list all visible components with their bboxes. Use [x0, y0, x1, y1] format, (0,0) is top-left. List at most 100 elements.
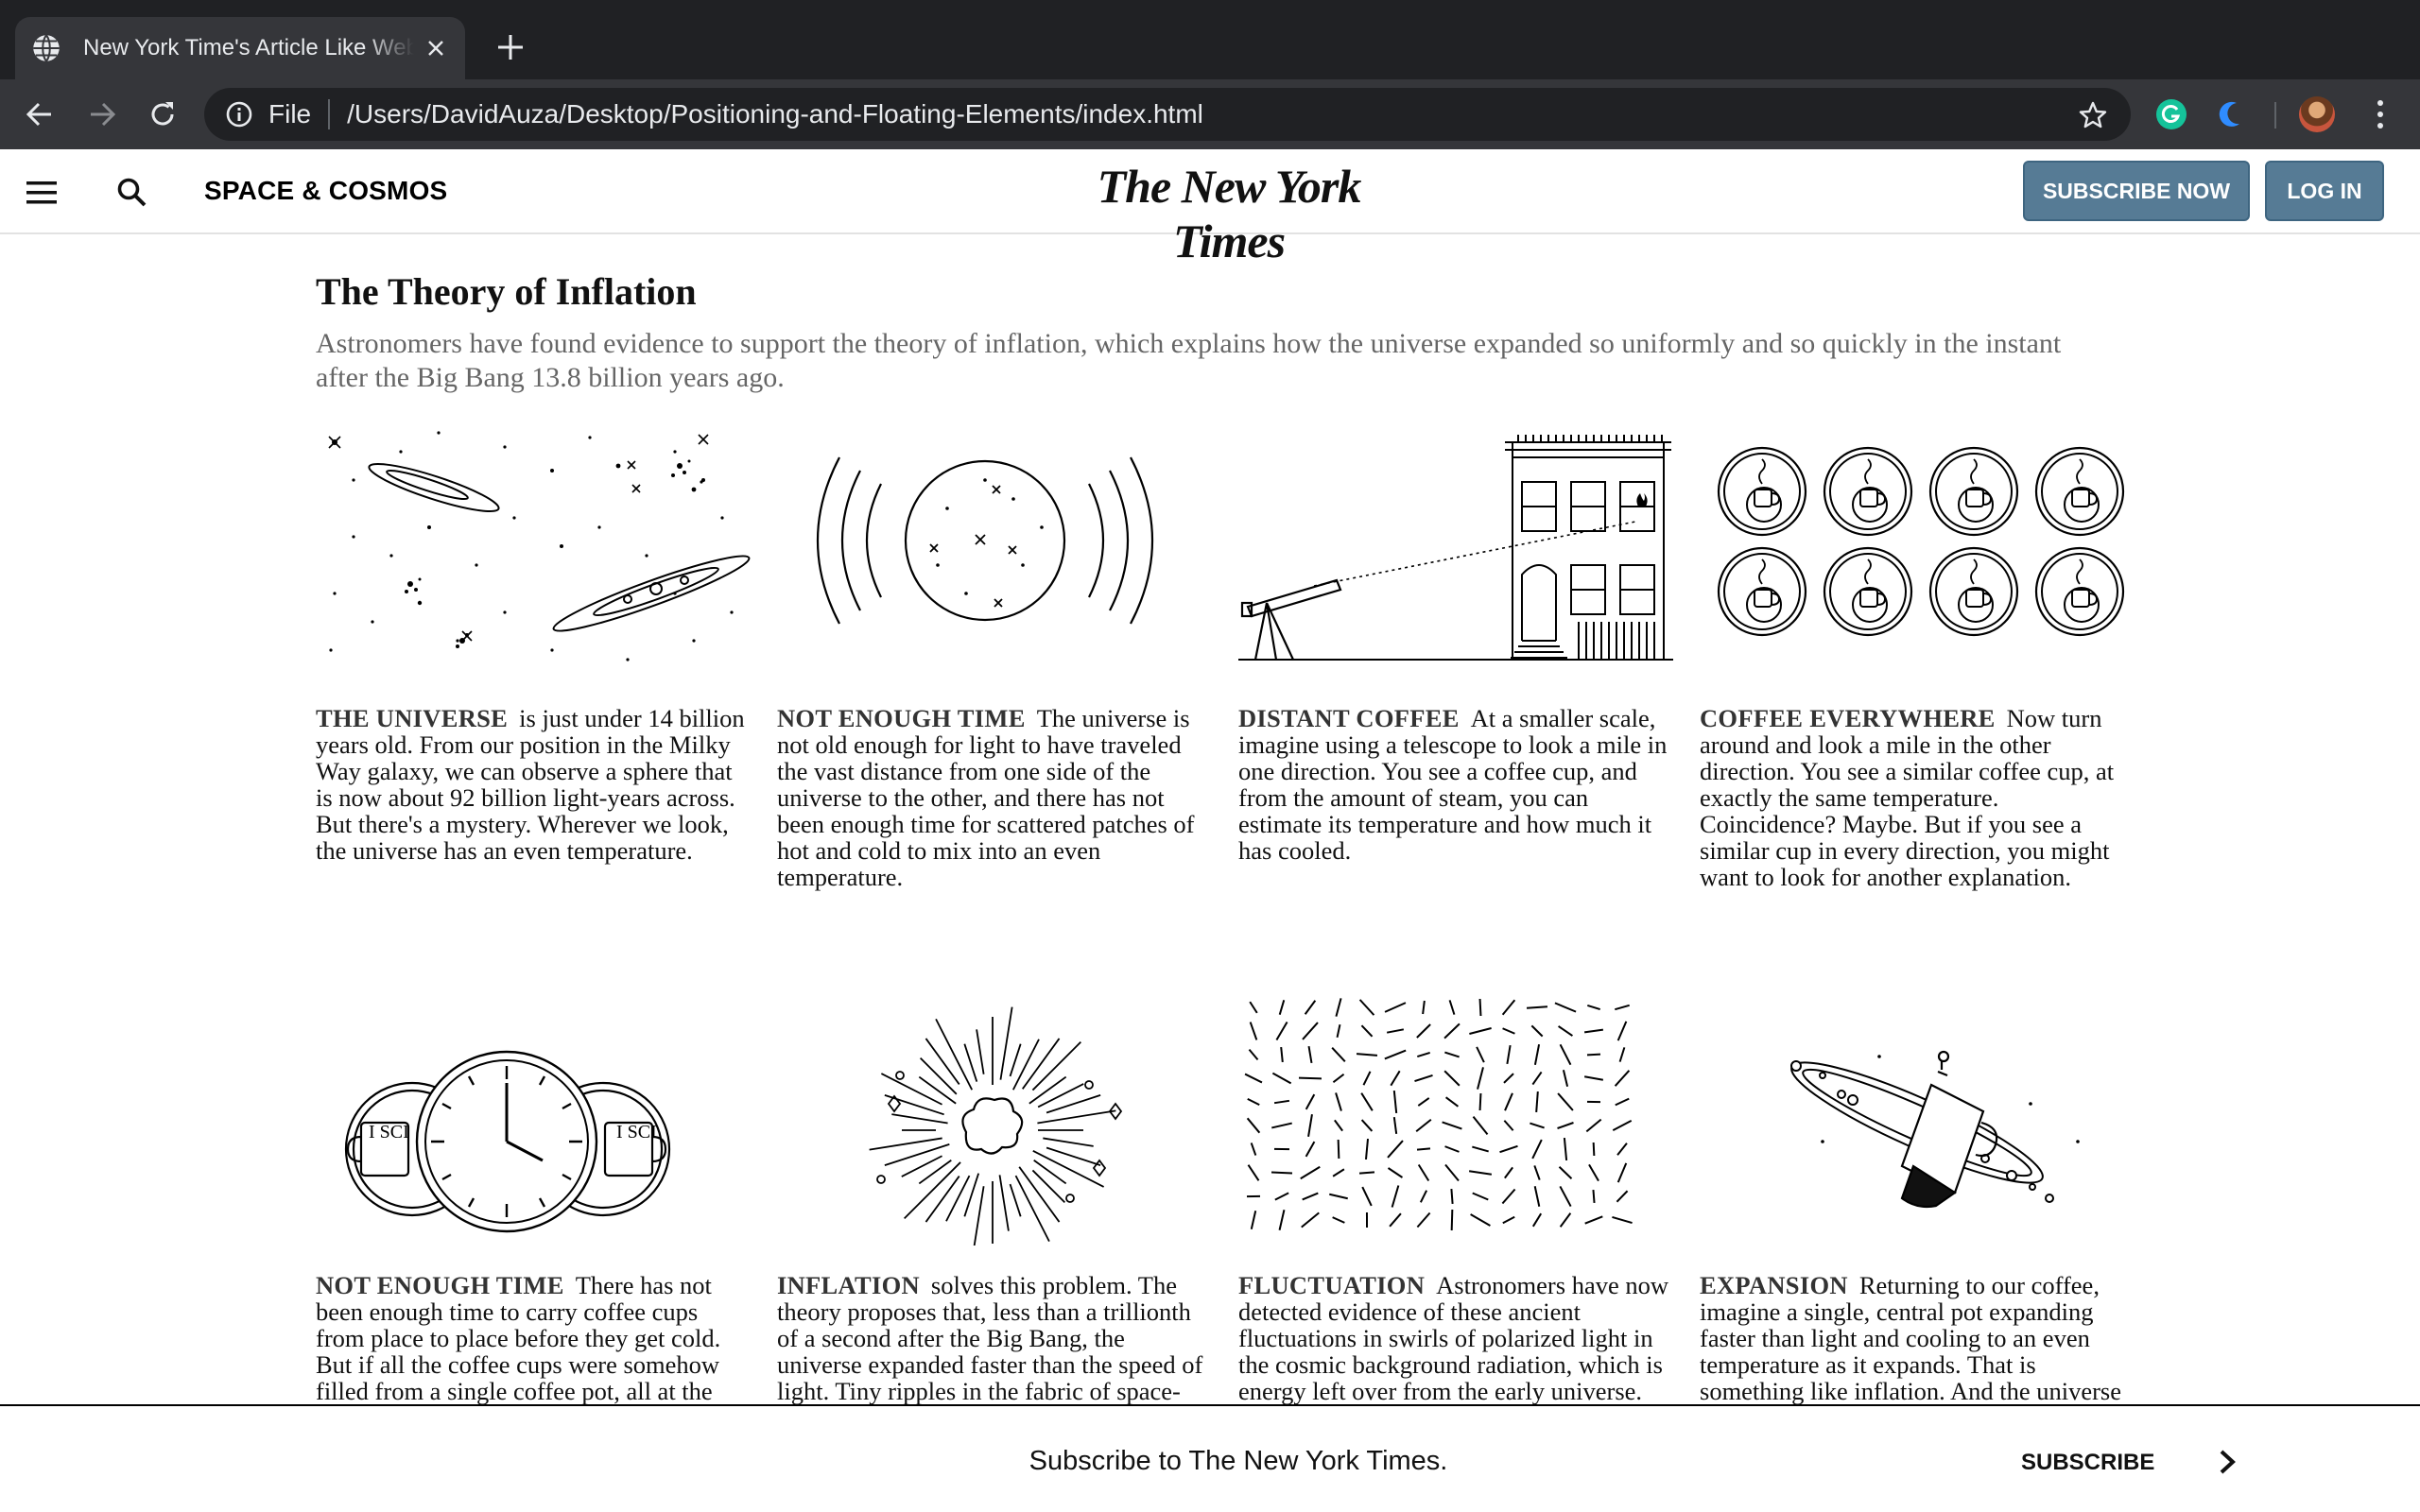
field-dash [1615, 1097, 1630, 1107]
card-body: The universe is not old enough for light… [777, 704, 1195, 891]
field-dash [1278, 1210, 1286, 1230]
forward-arrow-icon[interactable] [87, 99, 117, 129]
field-dash [1559, 1185, 1572, 1208]
subscribe-link[interactable]: SUBSCRIBE [2021, 1450, 2154, 1476]
grammarly-extension-icon[interactable] [2155, 98, 2187, 130]
field-dash [1472, 1192, 1489, 1201]
field-dash [1271, 1072, 1292, 1085]
field-dash [1417, 1097, 1430, 1107]
field-dash [1387, 1167, 1404, 1178]
subscribe-banner: Subscribe to The New York Times. SUBSCRI… [0, 1404, 2420, 1512]
article-headline: The Theory of Inflation [316, 270, 697, 313]
card-row-2: I SCI I SCI NOT ENOUGH TIME There has not… [316, 990, 2169, 1457]
field-dash [1501, 999, 1516, 1016]
field-dash [1502, 1027, 1515, 1035]
field-dash [1362, 1071, 1372, 1086]
field-dash [1592, 1142, 1596, 1157]
field-dash [1476, 1046, 1485, 1063]
sphere-illustration [816, 456, 1154, 625]
field-dash [1612, 1215, 1633, 1225]
field-dash [1337, 1139, 1340, 1160]
browser-menu-icon[interactable] [2371, 97, 2390, 131]
field-dash [1414, 1074, 1433, 1083]
bookmark-star-icon[interactable] [2078, 100, 2108, 130]
hamburger-menu-icon[interactable] [26, 180, 57, 205]
url-text[interactable]: /Users/DavidAuza/Desktop/Positioning-and… [347, 99, 1203, 129]
back-arrow-icon[interactable] [25, 99, 55, 129]
field-dash [1271, 1122, 1292, 1129]
field-dash [1444, 1145, 1460, 1153]
field-dash [1305, 1141, 1316, 1158]
field-dash [1332, 1216, 1345, 1224]
card-label: INFLATION [777, 1271, 920, 1299]
address-bar[interactable]: File /Users/DavidAuza/Desktop/Positionin… [204, 88, 2131, 141]
field-dash [1533, 1165, 1541, 1180]
profile-avatar[interactable] [2299, 96, 2335, 132]
reload-icon[interactable] [147, 99, 178, 129]
url-separator [328, 99, 331, 129]
field-dash [1360, 1092, 1374, 1111]
info-icon[interactable] [225, 100, 253, 129]
browser-tab[interactable]: New York Time's Article Like Website [15, 17, 465, 79]
burst-ray [918, 1075, 957, 1105]
card-label: NOT ENOUGH TIME [316, 1271, 564, 1299]
field-dash [1364, 1138, 1370, 1160]
field-dash [1533, 1044, 1541, 1065]
field-dash [1302, 1192, 1319, 1201]
field-dash [1384, 1002, 1407, 1013]
burst-ray [1043, 1137, 1094, 1147]
field-dash [1554, 1002, 1577, 1013]
burst-ray [963, 1043, 978, 1082]
subscribe-now-button[interactable]: SUBSCRIBE NOW [2023, 161, 2250, 221]
extension-crescent-icon[interactable] [2214, 98, 2246, 130]
field-dash [1501, 1188, 1516, 1205]
burst-ray [919, 1057, 958, 1095]
chevron-right-icon[interactable] [2216, 1446, 2238, 1478]
field-dash [1503, 1073, 1514, 1084]
field-dash [1384, 1049, 1407, 1060]
field-dash [1614, 1070, 1631, 1087]
section-name[interactable]: SPACE & COSMOS [204, 176, 447, 206]
clock-cups-illustration: I SCI I SCI [344, 1050, 671, 1233]
telescope-illustration [1238, 435, 1673, 661]
article-intro: The Theory of Inflation Astronomers have… [316, 266, 2131, 395]
field-dash [1588, 1163, 1599, 1182]
field-dash [1250, 1211, 1257, 1229]
url-scheme-label: File [268, 99, 312, 129]
field-dash [1469, 1027, 1492, 1035]
field-dash [1478, 1092, 1482, 1111]
field-dash [1415, 1118, 1432, 1133]
search-icon[interactable] [115, 176, 147, 208]
tab-close-icon[interactable] [424, 36, 448, 60]
field-dash [1535, 1091, 1539, 1113]
field-dash [1335, 1092, 1342, 1111]
field-dash [1329, 1193, 1348, 1200]
field-dash [1361, 1186, 1373, 1207]
expansion-illustration [1790, 1050, 2080, 1209]
card-label: NOT ENOUGH TIME [777, 704, 1026, 732]
field-dash [1247, 1164, 1260, 1181]
field-dash [1533, 1186, 1541, 1207]
card-text: FLUCTUATION Astronomers have now detected… [1238, 1272, 1675, 1404]
field-dash [1616, 1021, 1628, 1041]
card-text: DISTANT COFFEE At a smaller scale, imagin… [1238, 705, 1675, 864]
tab-title: New York Time's Article Like Website [83, 35, 414, 60]
card-label: COFFEE EVERYWHERE [1700, 704, 1996, 732]
site-header: SPACE & COSMOS The New York Times SUBSCR… [0, 149, 2420, 267]
field-dash [1307, 1045, 1313, 1064]
field-dash [1616, 1190, 1629, 1203]
new-tab-icon[interactable] [495, 32, 526, 62]
field-dash [1307, 1113, 1313, 1138]
nyt-logo[interactable]: The New York Times [1040, 159, 1418, 268]
field-dash [1472, 1116, 1489, 1135]
field-dash [1416, 1211, 1431, 1228]
field-dash [1304, 1000, 1317, 1015]
field-dash [1530, 1122, 1545, 1129]
field-dash [1392, 1090, 1398, 1114]
globe-icon [33, 34, 60, 62]
field-dash [1301, 1211, 1320, 1228]
burst-ray [1028, 1075, 1067, 1105]
login-button[interactable]: LOG IN [2265, 161, 2384, 221]
field-dash [1592, 1189, 1596, 1204]
field-dash [1526, 1005, 1548, 1009]
